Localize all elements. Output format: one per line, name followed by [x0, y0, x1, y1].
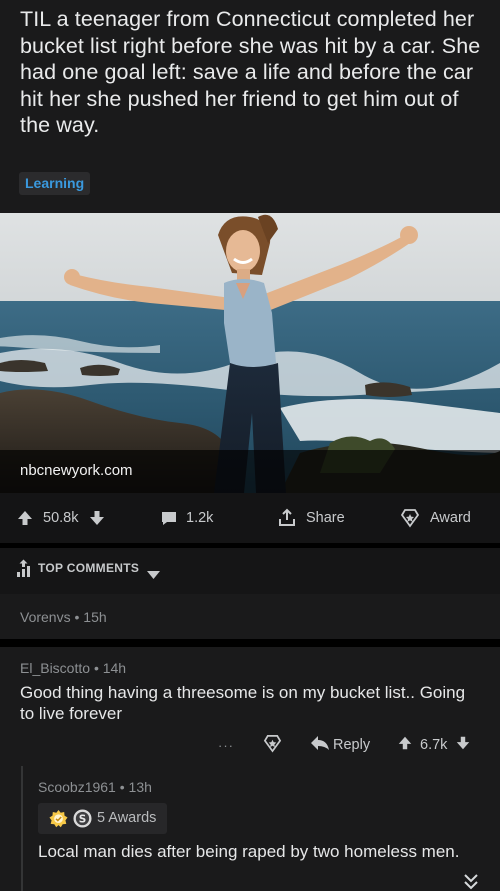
comment-author[interactable]: Vorenvs — [20, 609, 71, 625]
helpful-award-icon — [49, 809, 68, 833]
reply-meta: Scoobz1961 • 13h — [38, 779, 152, 795]
comment-body: Good thing having a threesome is on my b… — [20, 683, 466, 723]
more-options-icon: ··· — [218, 737, 234, 753]
reply-button[interactable]: Reply — [311, 730, 370, 760]
comment-score: 6.7k — [420, 737, 448, 753]
award-label: Award — [430, 510, 471, 526]
comment-author[interactable]: El_Biscotto — [20, 660, 90, 676]
share-button[interactable]: Share — [277, 493, 345, 543]
collapsed-comment-meta: Vorenvs • 15h — [20, 609, 107, 625]
sort-label[interactable]: TOP COMMENTS — [38, 561, 139, 575]
award-icon — [400, 508, 420, 528]
share-label: Share — [306, 510, 345, 526]
more-options-button[interactable]: ··· — [218, 730, 234, 760]
awards-count: 5 Awards — [97, 810, 157, 826]
post-score: 50.8k — [43, 510, 79, 526]
post-flair[interactable]: Learning — [19, 172, 91, 195]
sort-icon — [17, 559, 34, 582]
svg-text:S: S — [79, 813, 87, 825]
downvote-icon[interactable] — [88, 509, 106, 527]
upvote-icon[interactable] — [397, 735, 413, 755]
comment-age: 15h — [83, 609, 107, 625]
award-button[interactable]: Award — [400, 493, 471, 543]
downvote-icon[interactable] — [455, 735, 471, 755]
dropdown-icon[interactable] — [147, 566, 160, 584]
meta-separator: • — [74, 609, 84, 625]
link-domain[interactable]: nbcnewyork.com — [20, 462, 133, 479]
comment-vote-group: 6.7k — [397, 730, 471, 760]
star-icon — [263, 734, 282, 757]
comment-count: 1.2k — [186, 510, 214, 526]
silver-award-icon: S — [73, 809, 92, 833]
reply-icon — [311, 736, 329, 754]
divider — [0, 639, 500, 647]
thread-line[interactable] — [21, 766, 23, 891]
meta-separator: • — [119, 779, 129, 795]
reply-author[interactable]: Scoobz1961 — [38, 779, 116, 795]
meta-separator: • — [93, 660, 103, 676]
reply-age: 13h — [128, 779, 152, 795]
upvote-icon[interactable] — [16, 509, 34, 527]
post-title[interactable]: TIL a teenager from Connecticut complete… — [20, 6, 490, 139]
share-icon — [277, 508, 297, 528]
award-comment-button[interactable] — [263, 730, 282, 760]
comment-age: 14h — [102, 660, 127, 676]
reply-label: Reply — [333, 737, 371, 753]
reply-body: Local man dies after being raped by two … — [38, 842, 460, 861]
comment-meta: El_Biscotto • 14h — [20, 660, 126, 676]
comment-icon — [160, 509, 178, 527]
post-vote-group: 50.8k — [16, 493, 106, 543]
collapse-chevron-icon[interactable] — [462, 873, 480, 891]
comments-button[interactable]: 1.2k — [160, 493, 213, 543]
